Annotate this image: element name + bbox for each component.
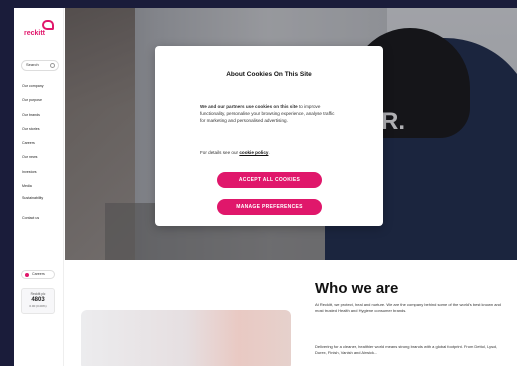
accept-all-cookies-button[interactable]: ACCEPT ALL COOKIES xyxy=(217,172,322,188)
cookie-body-bold: We and our partners use cookies on this … xyxy=(200,104,298,109)
search-icon xyxy=(50,63,55,68)
sidebar-nav: Our company Our purpose Our brands Our s… xyxy=(22,82,62,229)
sidebar-item-contact-us[interactable]: Contact us xyxy=(22,214,62,228)
cookie-details-line: For details see our cookie policy. xyxy=(200,150,270,155)
cookie-details-suffix: . xyxy=(268,150,270,155)
careers-button-label: Careers xyxy=(32,272,45,276)
stock-value: 4803 xyxy=(31,297,45,303)
sidebar-item-media[interactable]: Media xyxy=(22,182,62,196)
sidebar-item-our-news[interactable]: Our news xyxy=(22,153,62,167)
manage-preferences-button[interactable]: MANAGE PREFERENCES xyxy=(217,199,322,215)
cookie-dialog-body: We and our partners use cookies on this … xyxy=(200,103,340,124)
sidebar-item-our-purpose[interactable]: Our purpose xyxy=(22,96,62,110)
careers-dot-icon xyxy=(25,273,29,277)
cookie-dialog-title: About Cookies On This Site xyxy=(226,71,312,78)
logo-wordmark: reckitt xyxy=(24,30,46,37)
sidebar-item-our-stories[interactable]: Our stories xyxy=(22,125,62,139)
browser-viewport: reckitt Search Our company Our purpose O… xyxy=(14,8,517,366)
stock-ticker: Reckitt plc 4803 0.00 (0.00%) xyxy=(21,288,55,314)
sidebar-item-sustainability[interactable]: Sustainability xyxy=(22,196,62,214)
sidebar: reckitt Search Our company Our purpose O… xyxy=(14,8,64,366)
search-label: Search xyxy=(26,62,39,67)
reckitt-logo[interactable]: reckitt xyxy=(24,20,56,40)
cookie-policy-link[interactable]: cookie policy xyxy=(239,150,268,155)
careers-button[interactable]: Careers xyxy=(21,270,55,279)
stock-change: 0.00 (0.00%) xyxy=(29,304,47,308)
who-we-are-section: Who we are At Reckitt, we protect, heal … xyxy=(65,260,517,366)
who-we-are-image xyxy=(81,310,291,366)
search-input[interactable]: Search xyxy=(21,60,59,71)
about-paragraph-2: Delivering for a cleaner, healthier worl… xyxy=(315,344,498,355)
sidebar-item-our-company[interactable]: Our company xyxy=(22,82,62,96)
sidebar-item-investors[interactable]: Investors xyxy=(22,168,62,182)
logo-mark-icon xyxy=(42,20,54,30)
sidebar-item-careers[interactable]: Careers xyxy=(22,139,62,153)
section-title: Who we are xyxy=(315,280,399,297)
stock-label: Reckitt plc xyxy=(30,292,46,296)
cookie-consent-dialog: About Cookies On This Site We and our pa… xyxy=(155,46,383,226)
cookie-details-prefix: For details see our xyxy=(200,150,240,155)
about-paragraph-1: At Reckitt, we protect, heal and nurture… xyxy=(315,302,501,313)
sidebar-item-our-brands[interactable]: Our brands xyxy=(22,111,62,125)
